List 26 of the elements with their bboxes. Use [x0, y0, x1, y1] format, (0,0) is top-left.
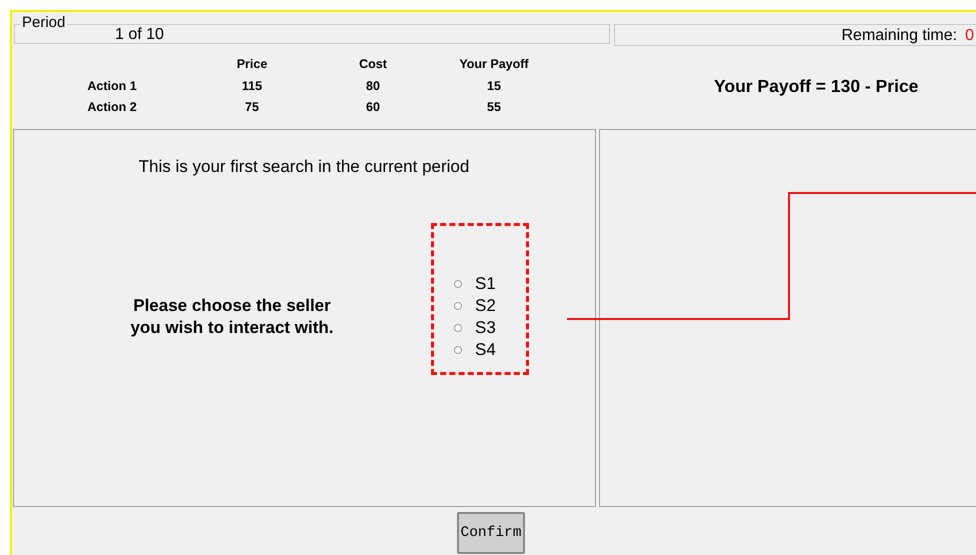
remaining-time-label: Remaining time:: [841, 27, 958, 45]
seller-label[interactable]: S2: [475, 296, 496, 316]
row-label: Action 1: [86, 78, 138, 94]
seller-label[interactable]: S1: [475, 274, 496, 294]
column-header: Price: [236, 56, 268, 73]
radio-button[interactable]: [454, 302, 462, 310]
radio-button[interactable]: [454, 324, 462, 332]
table-cell-text: 15: [486, 78, 502, 94]
period-value: 1 of 10: [115, 26, 164, 44]
column-header: Your Payoff: [458, 56, 530, 73]
remaining-time-value: 0: [965, 27, 974, 45]
table-cell-text: 80: [365, 78, 381, 94]
status-message: This is your first search in the current period: [138, 157, 470, 177]
seller-label[interactable]: S3: [475, 318, 496, 338]
radio-button[interactable]: [454, 280, 462, 288]
table-cell-text: 60: [365, 99, 381, 116]
payoff-formula: Your Payoff = 130 - Price: [714, 76, 918, 98]
row-label: Action 2: [86, 99, 138, 116]
seller-prompt: Please choose the seller you wish to interact with.: [129, 295, 335, 339]
confirm-button[interactable]: Confirm: [457, 512, 525, 554]
radio-button[interactable]: [454, 346, 462, 354]
table-cell-text: 115: [240, 78, 264, 94]
column-header: Cost: [358, 56, 388, 73]
seller-label[interactable]: S4: [475, 340, 496, 360]
table-cell-text: 75: [244, 99, 260, 116]
table-cell-text: 55: [486, 99, 502, 116]
